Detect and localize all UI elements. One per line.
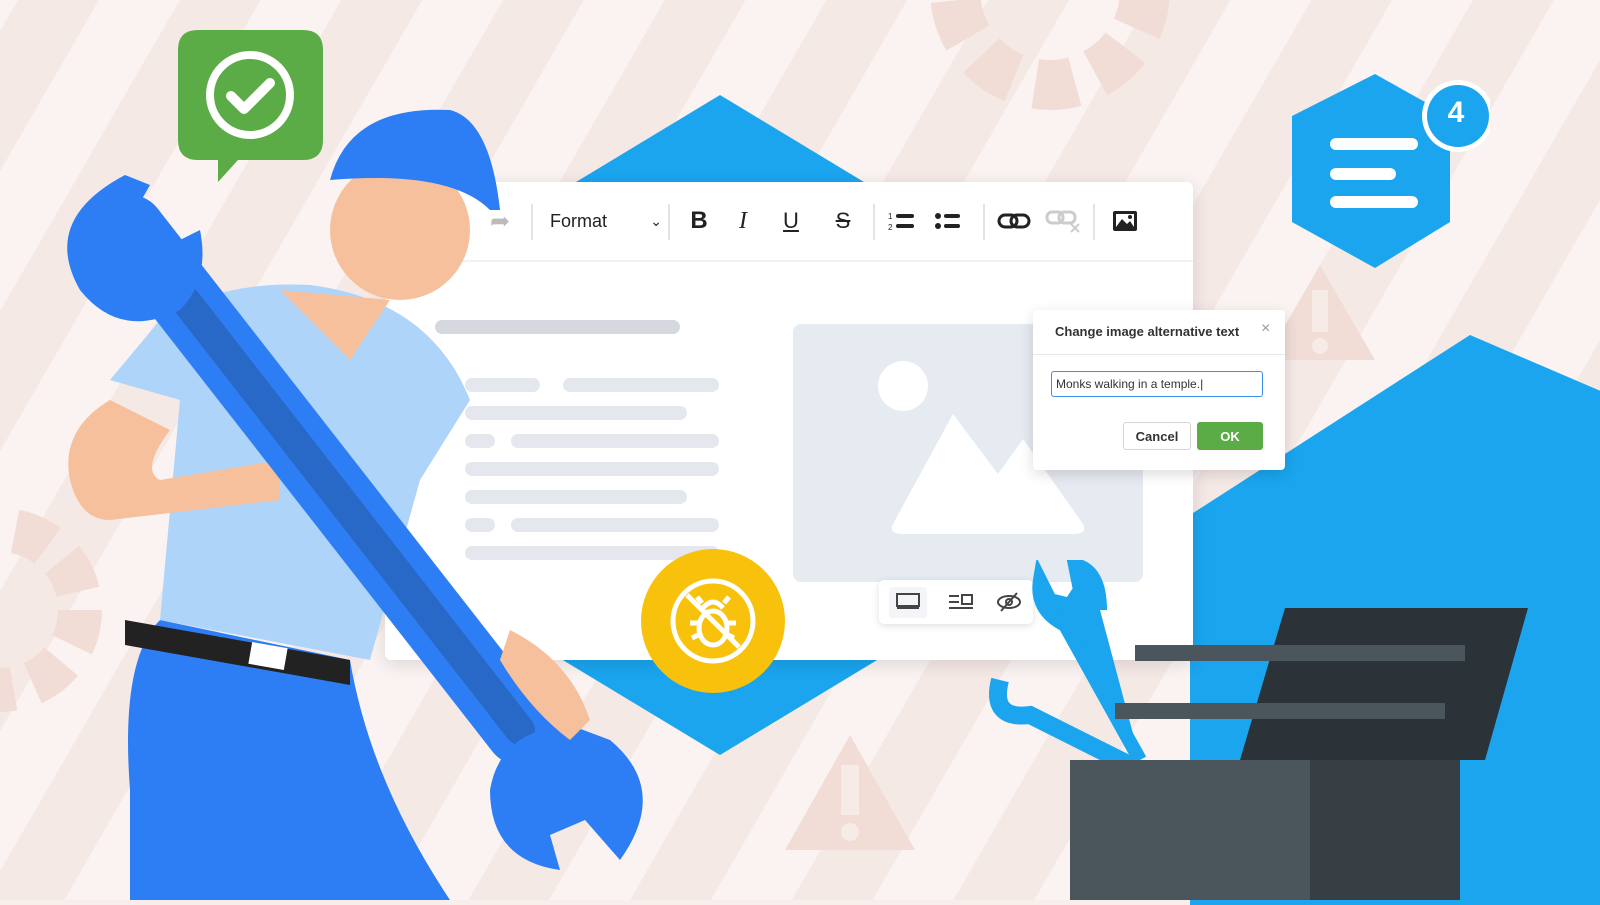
unlink-button[interactable]	[1043, 204, 1083, 238]
italic-icon: I	[739, 207, 747, 234]
notification-count-badge: 4	[1447, 96, 1465, 129]
numbered-list-button[interactable]: 12	[885, 204, 919, 238]
dialog-title: Change image alternative text	[1055, 324, 1240, 339]
unlink-icon	[1045, 210, 1080, 233]
underline-icon: U	[783, 208, 799, 233]
svg-text:2: 2	[888, 223, 893, 232]
cancel-button[interactable]: Cancel	[1123, 422, 1191, 450]
alt-text-value: Monks walking in a temple.	[1056, 377, 1201, 391]
bold-button[interactable]: B	[683, 204, 715, 238]
link-icon	[997, 213, 1031, 229]
toolbox-illustration	[989, 560, 1528, 900]
full-width-button[interactable]	[889, 586, 928, 618]
toolbar-separator	[983, 204, 985, 240]
image-icon	[1113, 211, 1137, 231]
toolbar-separator	[873, 204, 875, 240]
italic-button[interactable]: I	[727, 204, 759, 238]
alt-text-input[interactable]: Monks walking in a temple.|	[1051, 371, 1263, 397]
svg-text:1: 1	[888, 212, 893, 221]
strikethrough-button[interactable]: S	[827, 204, 859, 238]
bullet-list-icon	[935, 213, 960, 229]
close-button[interactable]: ×	[1261, 320, 1270, 338]
full-width-icon	[896, 592, 921, 609]
bold-icon: B	[690, 207, 708, 234]
insert-image-button[interactable]	[1107, 204, 1143, 238]
link-button[interactable]	[995, 204, 1035, 238]
ok-button[interactable]: OK	[1197, 422, 1263, 450]
strikethrough-icon: S	[835, 208, 851, 233]
dialog-divider	[1033, 354, 1285, 355]
numbered-list-icon: 12	[888, 212, 914, 232]
close-icon: ×	[1261, 320, 1271, 337]
bullet-list-button[interactable]	[931, 204, 965, 238]
underline-button[interactable]: U	[775, 204, 807, 238]
toolbar-separator	[1093, 204, 1095, 240]
alt-text-dialog: Change image alternative text × Monks wa…	[1033, 310, 1285, 470]
worker-illustration	[67, 109, 643, 900]
text-wrap-icon[interactable]	[948, 593, 974, 611]
